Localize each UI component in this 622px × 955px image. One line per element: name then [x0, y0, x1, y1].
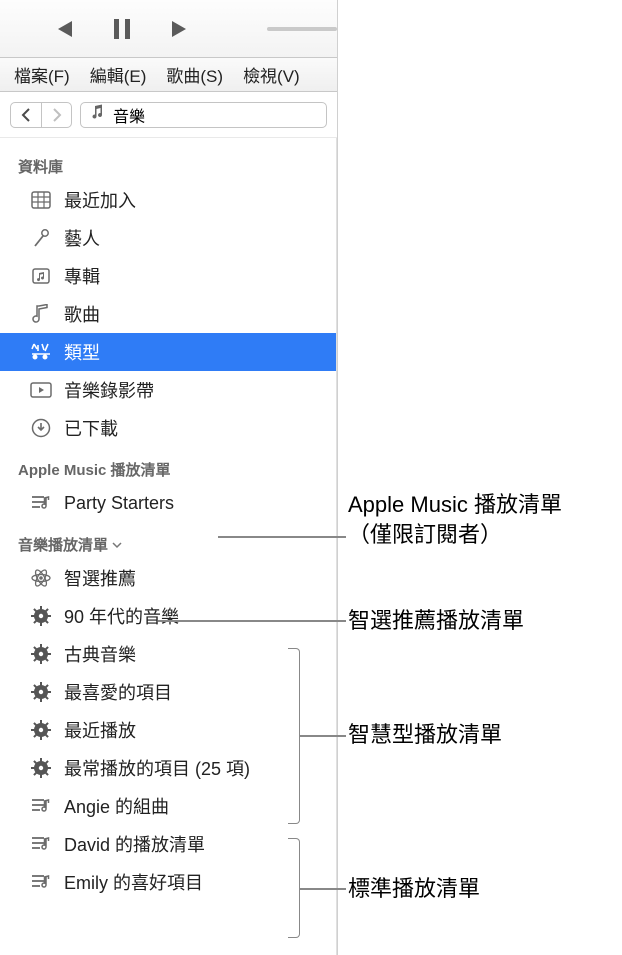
sidebar-item-playlist-emily[interactable]: Emily 的喜好項目	[0, 863, 336, 901]
sidebar-item-playlist-david[interactable]: David 的播放清單	[0, 825, 336, 863]
sidebar: 資料庫 最近加入 藝人 專輯 歌曲	[0, 138, 337, 955]
menu-view[interactable]: 檢視(V)	[235, 58, 308, 91]
annotations-layer: Apple Music 播放清單 （僅限訂閱者） 智選推薦播放清單 智慧型播放清…	[338, 0, 622, 955]
sidebar-item-genres[interactable]: 類型	[0, 333, 336, 371]
sidebar-item-label: 音樂錄影帶	[64, 377, 154, 403]
music-note-icon	[89, 104, 105, 125]
media-chooser[interactable]: 音樂	[80, 102, 327, 128]
sidebar-item-label: 最近加入	[64, 187, 136, 213]
media-chooser-label: 音樂	[113, 103, 145, 127]
genres-icon	[30, 342, 52, 362]
sidebar-item-genius[interactable]: 智選推薦	[0, 559, 336, 597]
download-icon	[30, 418, 52, 438]
next-button[interactable]	[160, 19, 190, 39]
section-apple-music-header: Apple Music 播放清單	[0, 447, 336, 484]
gear-icon	[30, 758, 52, 778]
video-icon	[30, 382, 52, 398]
sidebar-item-label: 最近播放	[64, 717, 136, 743]
playlist-icon	[30, 797, 52, 815]
sidebar-item-party-starters[interactable]: Party Starters	[0, 484, 336, 522]
nav-back-forward	[10, 102, 72, 128]
play-pause-button[interactable]	[112, 17, 132, 41]
sidebar-item-downloaded[interactable]: 已下載	[0, 409, 336, 447]
playlist-icon	[30, 835, 52, 853]
sidebar-item-music-videos[interactable]: 音樂錄影帶	[0, 371, 336, 409]
gear-icon	[30, 682, 52, 702]
menu-file[interactable]: 檔案(F)	[6, 58, 78, 91]
gear-icon	[30, 644, 52, 664]
playback-controls	[54, 17, 190, 41]
annotation-genius: 智選推薦播放清單	[348, 606, 524, 636]
playlist-icon	[30, 494, 52, 512]
toolbar: 音樂	[0, 92, 337, 138]
itunes-sidebar-window: 檔案(F) 編輯(E) 歌曲(S) 檢視(V) 音樂 資料庫	[0, 0, 338, 955]
sidebar-item-smart-recent[interactable]: 最近播放	[0, 711, 336, 749]
menubar: 檔案(F) 編輯(E) 歌曲(S) 檢視(V)	[0, 58, 337, 92]
sidebar-item-label: 歌曲	[64, 301, 100, 327]
sidebar-item-smart-favorites[interactable]: 最喜愛的項目	[0, 673, 336, 711]
annotation-apple-music: Apple Music 播放清單 （僅限訂閱者）	[348, 490, 562, 549]
volume-slider[interactable]	[267, 27, 337, 31]
menu-edit[interactable]: 編輯(E)	[82, 58, 155, 91]
sidebar-item-albums[interactable]: 專輯	[0, 257, 336, 295]
sidebar-item-label: 最喜愛的項目	[64, 679, 172, 705]
sidebar-item-label: 古典音樂	[64, 641, 136, 667]
nav-forward-button[interactable]	[41, 103, 71, 127]
sidebar-item-artists[interactable]: 藝人	[0, 219, 336, 257]
annotation-standard: 標準播放清單	[348, 874, 480, 904]
gear-icon	[30, 720, 52, 740]
section-playlists-header[interactable]: 音樂播放清單	[0, 522, 336, 559]
sidebar-item-playlist-angie[interactable]: Angie 的組曲	[0, 787, 336, 825]
sidebar-item-smart-most-played[interactable]: 最常播放的項目 (25 項)	[0, 749, 336, 787]
playlist-icon	[30, 873, 52, 891]
sidebar-item-label: 最常播放的項目 (25 項)	[64, 755, 250, 781]
titlebar	[0, 0, 337, 58]
album-icon	[30, 266, 52, 286]
sidebar-item-recently-added[interactable]: 最近加入	[0, 181, 336, 219]
microphone-icon	[30, 228, 52, 248]
sidebar-item-smart-classical[interactable]: 古典音樂	[0, 635, 336, 673]
sidebar-item-label: Party Starters	[64, 493, 174, 514]
sidebar-item-label: 90 年代的音樂	[64, 603, 179, 629]
sidebar-item-label: 專輯	[64, 263, 100, 289]
sidebar-item-label: 智選推薦	[64, 565, 136, 591]
section-library-header: 資料庫	[0, 144, 336, 181]
sidebar-item-smart-90s[interactable]: 90 年代的音樂	[0, 597, 336, 635]
grid-icon	[30, 191, 52, 209]
sidebar-item-songs[interactable]: 歌曲	[0, 295, 336, 333]
gear-icon	[30, 606, 52, 626]
menu-song[interactable]: 歌曲(S)	[158, 58, 231, 91]
chevron-down-icon	[112, 536, 122, 553]
sidebar-item-label: 類型	[64, 339, 100, 365]
music-note-icon	[30, 304, 52, 324]
annotation-smart: 智慧型播放清單	[348, 720, 502, 750]
sidebar-item-label: David 的播放清單	[64, 831, 205, 857]
genius-atom-icon	[30, 567, 52, 589]
sidebar-item-label: 已下載	[64, 415, 118, 441]
previous-button[interactable]	[54, 19, 84, 39]
sidebar-item-label: 藝人	[64, 225, 100, 251]
sidebar-item-label: Angie 的組曲	[64, 793, 169, 819]
sidebar-item-label: Emily 的喜好項目	[64, 869, 203, 895]
nav-back-button[interactable]	[11, 103, 41, 127]
